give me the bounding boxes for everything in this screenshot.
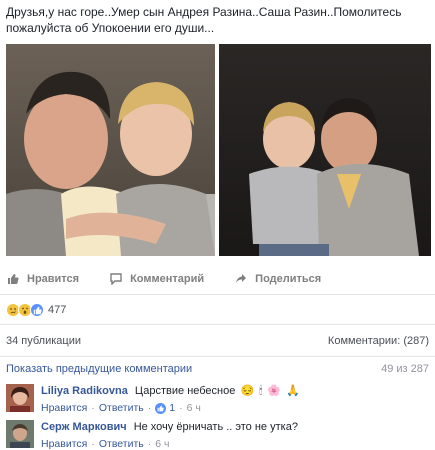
reaction-count: 477 bbox=[48, 304, 67, 316]
post-photos bbox=[6, 44, 431, 256]
comment-reply-link[interactable]: Ответить bbox=[99, 437, 144, 450]
comment-reply-link[interactable]: Ответить bbox=[99, 401, 144, 415]
show-previous-comments-link[interactable]: Показать предыдущие комментарии bbox=[6, 363, 192, 375]
comment-text: Царствие небесное bbox=[134, 385, 236, 397]
comment-like-link[interactable]: Нравится bbox=[41, 401, 87, 415]
flower-emoji-icon: 🌸 bbox=[267, 385, 282, 397]
pray-emoji-icon: 🙏 bbox=[286, 385, 300, 397]
like-button-label: Нравится bbox=[27, 273, 80, 285]
shares-count[interactable]: 34 публикации bbox=[6, 335, 81, 347]
share-button[interactable]: Поделиться bbox=[234, 273, 321, 286]
comments-header: Показать предыдущие комментарии 49 из 28… bbox=[0, 358, 435, 380]
comment-item: Liliya Radikovna Царствие небесное 😔 🕯 🌸… bbox=[6, 384, 431, 415]
comment-author[interactable]: Серж Маркович bbox=[41, 421, 127, 433]
like-button[interactable]: Нравится bbox=[6, 273, 79, 286]
share-button-label: Поделиться bbox=[255, 273, 322, 285]
comment-item: Серж Маркович Не хочу ёрничать .. это не… bbox=[6, 420, 431, 450]
comment-time[interactable]: 6 ч bbox=[155, 437, 169, 450]
divider bbox=[0, 294, 435, 295]
avatar[interactable] bbox=[6, 420, 34, 448]
post-stats: 34 публикации Комментарии: (287) bbox=[0, 330, 435, 352]
separator-dot: · bbox=[91, 438, 95, 450]
comment-button-label: Комментарий bbox=[130, 273, 205, 285]
post-actions: Нравится Комментарий Поделиться bbox=[6, 268, 431, 290]
comment-text: Не хочу ёрничать .. это не утка? bbox=[133, 421, 298, 433]
divider bbox=[0, 356, 435, 357]
like-reaction-icon bbox=[30, 303, 44, 317]
comment-like-link[interactable]: Нравится bbox=[41, 437, 87, 450]
separator-dot: · bbox=[179, 402, 183, 414]
reactions-summary[interactable]: 477 bbox=[6, 300, 66, 320]
comment-likes-count: 1 bbox=[169, 402, 176, 414]
pensive-emoji-icon: 😔 bbox=[240, 385, 255, 397]
comment-icon bbox=[109, 273, 122, 286]
post-text: Друзья,у нас горе..Умер сын Андрея Разин… bbox=[6, 5, 402, 35]
comment-author[interactable]: Liliya Radikovna bbox=[41, 385, 128, 397]
comment-time[interactable]: 6 ч bbox=[187, 401, 201, 415]
post-photo-right[interactable] bbox=[219, 44, 431, 256]
candle-emoji-icon: 🕯 bbox=[259, 385, 263, 397]
avatar[interactable] bbox=[6, 384, 34, 412]
like-reaction-icon bbox=[155, 402, 167, 414]
separator-dot: · bbox=[91, 402, 95, 414]
post-photo-left[interactable] bbox=[6, 44, 215, 256]
share-icon bbox=[234, 273, 247, 286]
divider bbox=[0, 324, 435, 325]
separator-dot: · bbox=[147, 438, 152, 450]
comments-counter: 49 из 287 bbox=[381, 363, 429, 375]
comment-likes[interactable]: 1 bbox=[155, 401, 175, 415]
comments-count[interactable]: Комментарии: (287) bbox=[328, 335, 429, 347]
thumbs-up-icon bbox=[6, 273, 19, 286]
separator-dot: · bbox=[147, 402, 152, 414]
comment-button[interactable]: Комментарий bbox=[109, 273, 204, 286]
